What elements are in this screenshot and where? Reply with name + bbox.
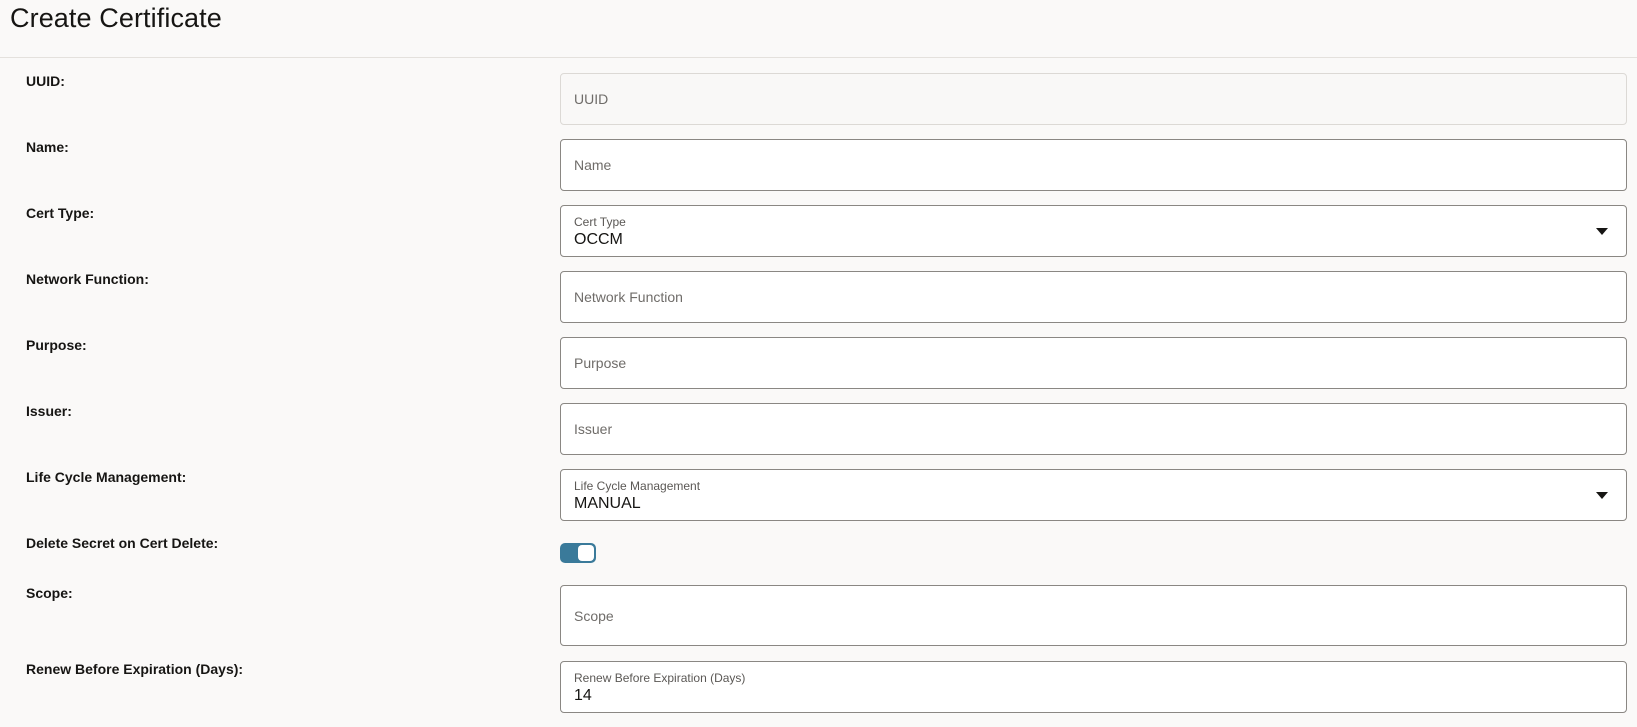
lifecycle-value: MANUAL (574, 495, 641, 512)
page-title: Create Certificate (10, 3, 222, 33)
network-function-label: Network Function: (26, 271, 149, 287)
network-function-placeholder: Network Function (574, 289, 683, 305)
issuer-placeholder: Issuer (574, 421, 613, 437)
chevron-down-icon[interactable] (1596, 492, 1608, 499)
lifecycle-label: Life Cycle Management: (26, 469, 187, 485)
scope-placeholder: Scope (574, 608, 614, 624)
cert-type-value: OCCM (574, 231, 623, 248)
cert-type-label: Cert Type: (26, 205, 95, 221)
scope-label: Scope: (26, 585, 73, 601)
renew-before-field[interactable]: Renew Before Expiration (Days) 14 (560, 661, 1627, 713)
toggle-knob (578, 545, 594, 561)
lifecycle-field-label: Life Cycle Management (574, 479, 701, 493)
chevron-down-icon[interactable] (1596, 228, 1608, 235)
scope-field[interactable]: Scope (560, 585, 1627, 646)
issuer-field[interactable]: Issuer (560, 403, 1627, 455)
uuid-label: UUID: (26, 73, 65, 89)
network-function-field[interactable]: Network Function (560, 271, 1627, 323)
purpose-placeholder: Purpose (574, 355, 627, 371)
delete-secret-toggle[interactable] (560, 543, 596, 563)
renew-before-field-label: Renew Before Expiration (Days) (574, 671, 746, 685)
renew-before-label: Renew Before Expiration (Days): (26, 661, 244, 677)
page-header: Create Certificate (0, 0, 1637, 58)
renew-before-value: 14 (574, 687, 592, 704)
purpose-field[interactable]: Purpose (560, 337, 1627, 389)
cert-type-select[interactable]: Cert Type OCCM (560, 205, 1627, 257)
delete-secret-label: Delete Secret on Cert Delete: (26, 535, 219, 551)
name-label: Name: (26, 139, 69, 155)
uuid-placeholder: UUID (574, 91, 609, 107)
purpose-label: Purpose: (26, 337, 87, 353)
name-placeholder: Name (574, 157, 612, 173)
uuid-field[interactable]: UUID (560, 73, 1627, 125)
cert-type-field-label: Cert Type (574, 215, 626, 229)
name-field[interactable]: Name (560, 139, 1627, 191)
issuer-label: Issuer: (26, 403, 72, 419)
lifecycle-select[interactable]: Life Cycle Management MANUAL (560, 469, 1627, 521)
